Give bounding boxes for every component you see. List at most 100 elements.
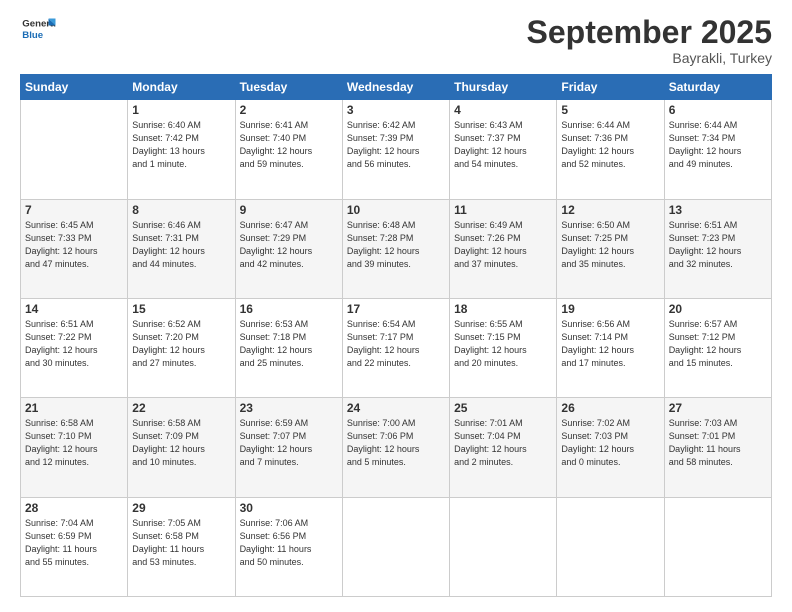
day-info: Sunrise: 6:59 AM Sunset: 7:07 PM Dayligh… bbox=[240, 417, 338, 469]
day-number: 18 bbox=[454, 302, 552, 316]
day-number: 25 bbox=[454, 401, 552, 415]
day-info: Sunrise: 6:51 AM Sunset: 7:23 PM Dayligh… bbox=[669, 219, 767, 271]
calendar-week-row: 7Sunrise: 6:45 AM Sunset: 7:33 PM Daylig… bbox=[21, 199, 772, 298]
calendar-cell: 17 Sunrise: 6:54 AM Sunset: 7:17 PM Dayli… bbox=[342, 298, 449, 397]
day-number: 28 bbox=[25, 501, 123, 515]
day-info: Sunrise: 6:40 AM Sunset: 7:42 PM Dayligh… bbox=[132, 119, 230, 171]
day-number: 27 bbox=[669, 401, 767, 415]
day-info: Sunrise: 6:48 AM Sunset: 7:28 PM Dayligh… bbox=[347, 219, 445, 271]
title-block: September 2025 Bayrakli, Turkey bbox=[527, 15, 772, 66]
day-number: 19 bbox=[561, 302, 659, 316]
day-info: Sunrise: 6:47 AM Sunset: 7:29 PM Dayligh… bbox=[240, 219, 338, 271]
day-info: Sunrise: 6:57 AM Sunset: 7:12 PM Dayligh… bbox=[669, 318, 767, 370]
calendar-cell: 15 Sunrise: 6:52 AM Sunset: 7:20 PM Dayli… bbox=[128, 298, 235, 397]
day-number: 30 bbox=[240, 501, 338, 515]
day-header: Thursday bbox=[450, 75, 557, 100]
calendar-cell: 3 Sunrise: 6:42 AM Sunset: 7:39 PM Daylig… bbox=[342, 100, 449, 199]
calendar-cell: 24 Sunrise: 7:00 AM Sunset: 7:06 PM Dayli… bbox=[342, 398, 449, 497]
day-info: Sunrise: 6:58 AM Sunset: 7:10 PM Dayligh… bbox=[25, 417, 123, 469]
day-number: 20 bbox=[669, 302, 767, 316]
day-number: 17 bbox=[347, 302, 445, 316]
calendar-week-row: 28 Sunrise: 7:04 AM Sunset: 6:59 PM Dayli… bbox=[21, 497, 772, 596]
logo-icon: General Blue bbox=[20, 15, 56, 43]
day-info: Sunrise: 6:44 AM Sunset: 7:36 PM Dayligh… bbox=[561, 119, 659, 171]
calendar-cell bbox=[664, 497, 771, 596]
day-number: 13 bbox=[669, 203, 767, 217]
day-number: 11 bbox=[454, 203, 552, 217]
day-header: Saturday bbox=[664, 75, 771, 100]
calendar-cell: 25 Sunrise: 7:01 AM Sunset: 7:04 PM Dayli… bbox=[450, 398, 557, 497]
calendar-cell bbox=[557, 497, 664, 596]
calendar-week-row: 1 Sunrise: 6:40 AM Sunset: 7:42 PM Daylig… bbox=[21, 100, 772, 199]
day-info: Sunrise: 6:55 AM Sunset: 7:15 PM Dayligh… bbox=[454, 318, 552, 370]
calendar-cell: 22 Sunrise: 6:58 AM Sunset: 7:09 PM Dayli… bbox=[128, 398, 235, 497]
calendar-header-row: SundayMondayTuesdayWednesdayThursdayFrid… bbox=[21, 75, 772, 100]
day-info: Sunrise: 6:54 AM Sunset: 7:17 PM Dayligh… bbox=[347, 318, 445, 370]
day-info: Sunrise: 6:43 AM Sunset: 7:37 PM Dayligh… bbox=[454, 119, 552, 171]
calendar-table: SundayMondayTuesdayWednesdayThursdayFrid… bbox=[20, 74, 772, 597]
calendar-cell bbox=[342, 497, 449, 596]
day-number: 3 bbox=[347, 103, 445, 117]
day-info: Sunrise: 6:42 AM Sunset: 7:39 PM Dayligh… bbox=[347, 119, 445, 171]
day-header: Monday bbox=[128, 75, 235, 100]
calendar-cell: 18 Sunrise: 6:55 AM Sunset: 7:15 PM Dayli… bbox=[450, 298, 557, 397]
calendar-cell bbox=[21, 100, 128, 199]
day-info: Sunrise: 6:44 AM Sunset: 7:34 PM Dayligh… bbox=[669, 119, 767, 171]
day-header: Sunday bbox=[21, 75, 128, 100]
calendar-cell: 21 Sunrise: 6:58 AM Sunset: 7:10 PM Dayli… bbox=[21, 398, 128, 497]
logo: General Blue bbox=[20, 15, 56, 43]
svg-text:Blue: Blue bbox=[22, 30, 43, 41]
calendar-cell: 12 Sunrise: 6:50 AM Sunset: 7:25 PM Dayli… bbox=[557, 199, 664, 298]
day-info: Sunrise: 6:58 AM Sunset: 7:09 PM Dayligh… bbox=[132, 417, 230, 469]
day-number: 14 bbox=[25, 302, 123, 316]
calendar-cell: 5 Sunrise: 6:44 AM Sunset: 7:36 PM Daylig… bbox=[557, 100, 664, 199]
day-number: 5 bbox=[561, 103, 659, 117]
calendar-cell: 27Sunrise: 7:03 AM Sunset: 7:01 PM Dayli… bbox=[664, 398, 771, 497]
calendar-cell: 19 Sunrise: 6:56 AM Sunset: 7:14 PM Dayli… bbox=[557, 298, 664, 397]
day-info: Sunrise: 7:04 AM Sunset: 6:59 PM Dayligh… bbox=[25, 517, 123, 569]
calendar-cell: 11 Sunrise: 6:49 AM Sunset: 7:26 PM Dayli… bbox=[450, 199, 557, 298]
calendar-cell bbox=[450, 497, 557, 596]
day-number: 23 bbox=[240, 401, 338, 415]
day-number: 24 bbox=[347, 401, 445, 415]
calendar-cell: 28 Sunrise: 7:04 AM Sunset: 6:59 PM Dayli… bbox=[21, 497, 128, 596]
day-number: 22 bbox=[132, 401, 230, 415]
day-number: 6 bbox=[669, 103, 767, 117]
calendar-cell: 20 Sunrise: 6:57 AM Sunset: 7:12 PM Dayli… bbox=[664, 298, 771, 397]
calendar-cell: 6 Sunrise: 6:44 AM Sunset: 7:34 PM Daylig… bbox=[664, 100, 771, 199]
day-number: 15 bbox=[132, 302, 230, 316]
calendar-cell: 16Sunrise: 6:53 AM Sunset: 7:18 PM Dayli… bbox=[235, 298, 342, 397]
day-info: Sunrise: 7:00 AM Sunset: 7:06 PM Dayligh… bbox=[347, 417, 445, 469]
day-info: Sunrise: 7:01 AM Sunset: 7:04 PM Dayligh… bbox=[454, 417, 552, 469]
calendar-cell: 8 Sunrise: 6:46 AM Sunset: 7:31 PM Daylig… bbox=[128, 199, 235, 298]
day-info: Sunrise: 6:51 AM Sunset: 7:22 PM Dayligh… bbox=[25, 318, 123, 370]
day-info: Sunrise: 6:46 AM Sunset: 7:31 PM Dayligh… bbox=[132, 219, 230, 271]
subtitle: Bayrakli, Turkey bbox=[527, 50, 772, 66]
calendar-cell: 4 Sunrise: 6:43 AM Sunset: 7:37 PM Daylig… bbox=[450, 100, 557, 199]
day-number: 9 bbox=[240, 203, 338, 217]
day-info: Sunrise: 6:56 AM Sunset: 7:14 PM Dayligh… bbox=[561, 318, 659, 370]
calendar-cell: 13 Sunrise: 6:51 AM Sunset: 7:23 PM Dayli… bbox=[664, 199, 771, 298]
month-title: September 2025 bbox=[527, 15, 772, 50]
day-info: Sunrise: 6:50 AM Sunset: 7:25 PM Dayligh… bbox=[561, 219, 659, 271]
day-number: 1 bbox=[132, 103, 230, 117]
day-number: 29 bbox=[132, 501, 230, 515]
day-number: 10 bbox=[347, 203, 445, 217]
day-number: 12 bbox=[561, 203, 659, 217]
day-header: Tuesday bbox=[235, 75, 342, 100]
day-number: 21 bbox=[25, 401, 123, 415]
day-info: Sunrise: 7:05 AM Sunset: 6:58 PM Dayligh… bbox=[132, 517, 230, 569]
calendar-cell: 1 Sunrise: 6:40 AM Sunset: 7:42 PM Daylig… bbox=[128, 100, 235, 199]
header: General Blue September 2025 Bayrakli, Tu… bbox=[20, 15, 772, 66]
calendar-week-row: 14 Sunrise: 6:51 AM Sunset: 7:22 PM Dayli… bbox=[21, 298, 772, 397]
day-info: Sunrise: 7:06 AM Sunset: 6:56 PM Dayligh… bbox=[240, 517, 338, 569]
day-info: Sunrise: 6:52 AM Sunset: 7:20 PM Dayligh… bbox=[132, 318, 230, 370]
day-number: 8 bbox=[132, 203, 230, 217]
day-number: 2 bbox=[240, 103, 338, 117]
day-info: Sunrise: 6:49 AM Sunset: 7:26 PM Dayligh… bbox=[454, 219, 552, 271]
day-number: 7 bbox=[25, 203, 123, 217]
day-header: Friday bbox=[557, 75, 664, 100]
day-number: 4 bbox=[454, 103, 552, 117]
day-info: Sunrise: 7:02 AM Sunset: 7:03 PM Dayligh… bbox=[561, 417, 659, 469]
calendar-cell: 14 Sunrise: 6:51 AM Sunset: 7:22 PM Dayli… bbox=[21, 298, 128, 397]
